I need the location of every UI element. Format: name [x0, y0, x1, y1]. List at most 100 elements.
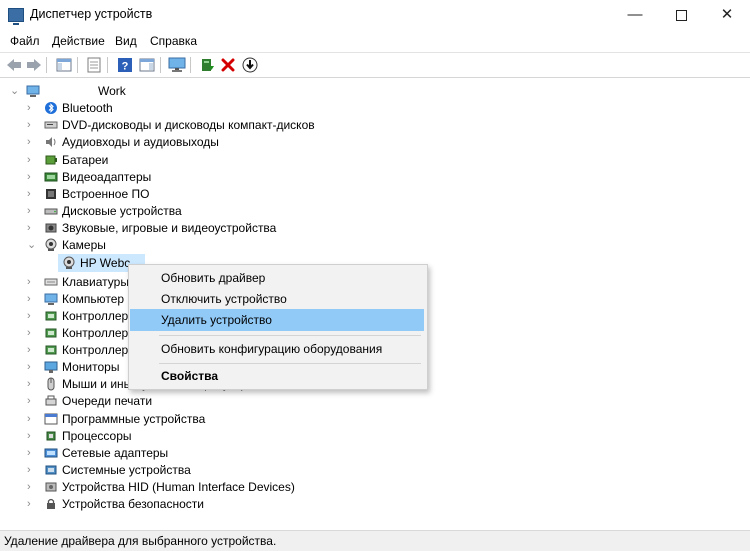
hid-device-icon — [45, 482, 57, 492]
tree-item-hid-device[interactable]: › Устройства HID (Human Interface Devices… — [0, 479, 750, 496]
window-title: Диспетчер устройств — [30, 7, 153, 21]
tree-item-disk-drive[interactable]: › Дисковые устройства — [0, 203, 750, 220]
tree-item-processor[interactable]: › Процессоры — [0, 428, 750, 445]
toolbar-separator — [77, 57, 78, 73]
show-hide-console-tree-button[interactable] — [55, 56, 73, 74]
download-circle-icon — [242, 57, 258, 73]
menu-item-update-driver[interactable]: Обновить драйвер — [130, 267, 424, 289]
tree-item-label: Очереди печати — [62, 394, 153, 408]
back-button[interactable] — [5, 56, 23, 74]
menu-file[interactable]: Файл — [10, 34, 40, 48]
forward-button[interactable] — [25, 56, 43, 74]
scan-hardware-changes-button[interactable] — [168, 56, 186, 74]
tree-item-software-device[interactable]: › Программные устройства — [0, 411, 750, 428]
tree-item-label: Аудиовходы и аудиовыходы — [62, 135, 219, 149]
chevron-right-icon[interactable]: › — [27, 117, 37, 134]
battery-icon — [45, 155, 57, 165]
chevron-right-icon[interactable]: › — [27, 359, 37, 376]
menu-separator — [159, 363, 421, 364]
display-adapter-icon — [44, 172, 58, 182]
toolbar-separator — [160, 57, 161, 73]
tree-item-dvd-drive[interactable]: › DVD-дисководы и дисководы компакт-диско… — [0, 117, 750, 134]
tree-root[interactable]: ⌄ Work — [0, 83, 750, 100]
tree-item-label: Дисковые устройства — [62, 204, 182, 218]
chevron-right-icon[interactable]: › — [27, 134, 37, 151]
print-queue-icon — [45, 395, 57, 406]
tree-item-battery[interactable]: › Батареи — [0, 152, 750, 169]
menu-item-label: Обновить драйвер — [161, 271, 266, 285]
tree-item-label: Контроллер — [62, 326, 129, 340]
chevron-right-icon[interactable]: › — [27, 376, 37, 393]
menu-bar: Файл Действие Вид Справка — [0, 31, 750, 51]
menu-item-label: Обновить конфигурацию оборудования — [161, 342, 383, 356]
chevron-down-icon[interactable]: ⌄ — [27, 237, 37, 254]
menu-item-label: Удалить устройство — [161, 313, 272, 327]
close-button[interactable]: ✕ — [704, 0, 750, 30]
help-button[interactable]: ? — [116, 56, 134, 74]
tree-item-label: Компьютер — [62, 292, 125, 306]
action-pane-button[interactable] — [138, 56, 156, 74]
menu-item-disable-device[interactable]: Отключить устройство — [130, 288, 424, 310]
chevron-right-icon[interactable]: › — [27, 152, 37, 169]
context-menu: Обновить драйвер Отключить устройство Уд… — [128, 264, 428, 390]
chevron-right-icon[interactable]: › — [27, 342, 37, 359]
chevron-right-icon[interactable]: › — [27, 393, 37, 410]
chevron-right-icon[interactable]: › — [27, 428, 37, 445]
tree-item-security-device[interactable]: › Устройства безопасности — [0, 496, 750, 513]
properties-button[interactable] — [85, 56, 103, 74]
tree-item-bluetooth[interactable]: › Bluetooth — [0, 100, 750, 117]
chevron-right-icon[interactable]: › — [27, 274, 37, 291]
chevron-right-icon[interactable]: › — [27, 411, 37, 428]
security-device-icon — [47, 498, 55, 509]
uninstall-device-button[interactable] — [219, 56, 237, 74]
tree-item-print-queue[interactable]: › Очереди печати — [0, 393, 750, 410]
tree-item-label: Батареи — [62, 153, 109, 167]
forward-arrow-icon — [27, 59, 41, 71]
tree-item-system-device[interactable]: › Системные устройства — [0, 462, 750, 479]
dvd-drive-icon — [44, 121, 58, 129]
chevron-down-icon[interactable]: ⌄ — [10, 83, 20, 100]
chevron-right-icon[interactable]: › — [27, 291, 37, 308]
chevron-right-icon[interactable]: › — [27, 479, 37, 496]
toolbar-separator — [190, 57, 191, 73]
menu-view[interactable]: Вид — [115, 34, 137, 48]
audio-io-icon — [46, 137, 56, 147]
tree-item-label: Устройства безопасности — [62, 497, 204, 511]
tree-item-firmware[interactable]: › Встроенное ПО — [0, 186, 750, 203]
menu-action[interactable]: Действие — [52, 34, 105, 48]
chevron-right-icon[interactable]: › — [27, 325, 37, 342]
chevron-right-icon[interactable]: › — [27, 496, 37, 513]
tree-item-sound-video[interactable]: › Звуковые, игровые и видеоустройства — [0, 220, 750, 237]
maximize-button[interactable] — [658, 0, 704, 30]
chevron-right-icon[interactable]: › — [27, 169, 37, 186]
tree-item-display-adapter[interactable]: › Видеоадаптеры — [0, 169, 750, 186]
tree-item-label: Клавиатуры — [62, 275, 129, 289]
keyboard-icon — [44, 278, 58, 286]
enable-device-button[interactable] — [241, 56, 259, 74]
menu-item-uninstall-device[interactable]: Удалить устройство — [130, 309, 424, 331]
chevron-right-icon[interactable]: › — [27, 220, 37, 237]
tree-item-network-adapter[interactable]: › Сетевые адаптеры — [0, 445, 750, 462]
menu-item-properties[interactable]: Свойства — [130, 365, 424, 387]
toolbar-separator — [107, 57, 108, 73]
chevron-right-icon[interactable]: › — [27, 308, 37, 325]
chevron-right-icon[interactable]: › — [27, 100, 37, 117]
menu-help[interactable]: Справка — [150, 34, 197, 48]
menu-separator — [159, 335, 421, 336]
tree-item-camera[interactable]: ⌄ Камеры — [0, 237, 750, 254]
help-icon: ? — [118, 58, 132, 73]
chevron-right-icon[interactable]: › — [27, 445, 37, 462]
update-driver-button[interactable] — [198, 56, 216, 74]
menu-item-scan-hardware[interactable]: Обновить конфигурацию оборудования — [130, 338, 424, 360]
tree-item-audio-io[interactable]: › Аудиовходы и аудиовыходы — [0, 134, 750, 151]
chevron-right-icon[interactable]: › — [27, 462, 37, 479]
tree-root-label: Work — [98, 84, 126, 98]
chevron-right-icon[interactable]: › — [27, 203, 37, 220]
status-text: Удаление драйвера для выбранного устройс… — [4, 534, 277, 548]
minimize-button[interactable]: — — [612, 0, 658, 30]
action-pane-icon — [139, 58, 155, 72]
status-bar: Удаление драйвера для выбранного устройс… — [0, 530, 750, 551]
chevron-right-icon[interactable]: › — [27, 186, 37, 203]
menu-item-label: Отключить устройство — [161, 292, 287, 306]
tree-item-label: Программные устройства — [62, 412, 206, 426]
